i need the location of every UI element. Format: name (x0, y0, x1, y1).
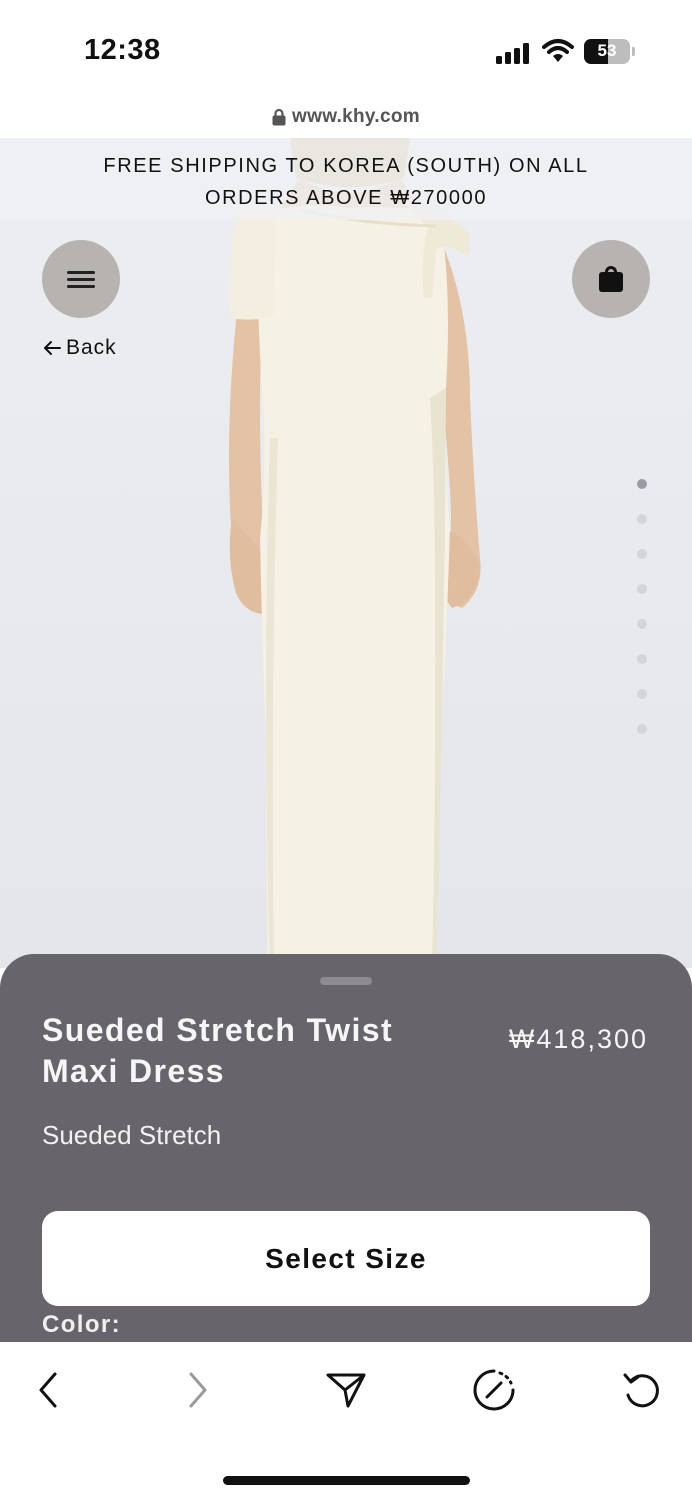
product-title: Sueded Stretch Twist Maxi Dress (42, 1010, 462, 1092)
product-sheet: Sueded Stretch Twist Maxi Dress ₩418,300… (0, 954, 692, 1354)
battery-icon: 53 (584, 39, 630, 64)
share-button[interactable] (316, 1366, 376, 1414)
product-title-line-2: Maxi Dress (42, 1053, 225, 1089)
battery-tip (632, 47, 635, 56)
speed-dial-button[interactable] (464, 1366, 524, 1414)
gallery-dot[interactable] (637, 654, 647, 664)
chevron-left-icon (39, 1372, 57, 1408)
battery-level: 53 (597, 41, 617, 60)
gallery-dot[interactable] (637, 584, 647, 594)
reload-button[interactable] (612, 1366, 672, 1414)
browser-forward-button[interactable] (168, 1366, 228, 1414)
gallery-dot[interactable] (637, 514, 647, 524)
status-time: 12:38 (84, 34, 161, 66)
gallery-dot[interactable] (637, 689, 647, 699)
gallery-pagination[interactable] (637, 479, 647, 759)
speedometer-icon (473, 1369, 515, 1411)
gallery-dot[interactable] (637, 549, 647, 559)
arrow-left-icon (44, 341, 61, 355)
menu-button[interactable] (42, 240, 120, 318)
hamburger-icon (67, 267, 95, 292)
address-bar[interactable]: www.khy.com (0, 96, 692, 140)
color-label: Color: (42, 1311, 122, 1338)
product-price: ₩418,300 (508, 1024, 648, 1054)
promo-line-1: FREE SHIPPING TO KOREA (SOUTH) ON ALL (103, 155, 589, 177)
sheet-grabber[interactable] (320, 977, 372, 985)
gallery-dot[interactable] (637, 724, 647, 734)
browser-back-button[interactable] (18, 1366, 78, 1414)
shopping-bag-button[interactable] (572, 240, 650, 318)
chevron-right-icon (189, 1372, 207, 1408)
select-size-button[interactable]: Select Size (42, 1211, 650, 1306)
promo-banner: FREE SHIPPING TO KOREA (SOUTH) ON ALL OR… (0, 138, 692, 220)
cellular-signal-icon (496, 42, 532, 64)
product-fabric: Sueded Stretch (42, 1120, 222, 1150)
home-indicator (223, 1476, 470, 1485)
gallery-dot[interactable] (637, 479, 647, 489)
promo-line-2: ORDERS ABOVE ₩270000 (204, 187, 488, 209)
send-icon (326, 1373, 366, 1408)
product-title-line-1: Sueded Stretch Twist (42, 1012, 394, 1048)
gallery-dot[interactable] (637, 619, 647, 629)
lock-icon (272, 108, 286, 126)
shopping-bag-icon (599, 266, 623, 292)
back-link[interactable]: Back (42, 336, 117, 360)
status-bar: 12:38 53 (0, 0, 692, 96)
url-text: www.khy.com (292, 106, 420, 127)
back-label: Back (66, 336, 117, 359)
wifi-icon (542, 39, 574, 62)
refresh-icon (623, 1373, 659, 1408)
